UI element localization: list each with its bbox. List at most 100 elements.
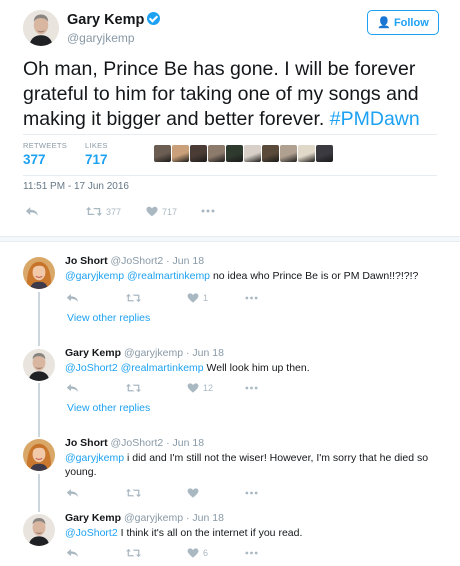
more-button[interactable] (245, 296, 258, 300)
thread-line (38, 383, 40, 437)
reply-meta[interactable]: @garyjkemp · Jun 18 (124, 512, 224, 524)
reply-body: Well look him up then. (203, 362, 310, 374)
liker-avatars (154, 145, 333, 162)
profile-photo-icon (23, 10, 59, 46)
retweet-button[interactable] (126, 383, 141, 393)
reply-header: Jo Short @JoShort2 · Jun 18 (65, 437, 204, 449)
retweet-stat[interactable]: RETWEETS 377 (23, 141, 67, 167)
retweet-icon (126, 383, 141, 393)
liker-avatar[interactable] (280, 145, 297, 162)
liker-avatar[interactable] (244, 145, 261, 162)
more-icon (245, 296, 258, 300)
reply-body: no idea who Prince Be is or PM Dawn!!?!?… (210, 270, 419, 282)
display-name[interactable]: Gary Kemp (67, 12, 161, 28)
retweet-button[interactable]: 377 (86, 206, 121, 217)
retweets-count: 377 (23, 152, 46, 167)
profile-photo-icon (23, 349, 55, 381)
more-button[interactable] (245, 491, 258, 495)
tweet-text: Oh man, Prince Be has gone. I will be fo… (23, 57, 443, 132)
reply-button[interactable] (66, 488, 79, 498)
retweet-count: 377 (106, 206, 122, 217)
retweet-button[interactable] (126, 548, 141, 558)
retweet-button[interactable] (126, 488, 141, 498)
reply-meta[interactable]: @JoShort2 · Jun 18 (111, 255, 205, 267)
reply-button[interactable] (25, 206, 39, 217)
like-button[interactable]: 12 (187, 383, 213, 393)
reply-icon (25, 206, 39, 217)
more-icon (245, 386, 258, 390)
reply-button[interactable] (66, 293, 79, 303)
hashtag-link[interactable]: #PMDawn (330, 108, 420, 130)
view-other-replies-link[interactable]: View other replies (67, 402, 150, 414)
likes-stat[interactable]: LIKES 717 (85, 141, 108, 167)
reply-header: Gary Kemp @garyjkemp · Jun 18 (65, 347, 224, 359)
like-button[interactable]: 1 (187, 293, 208, 303)
mention-link[interactable]: @JoShort2 @realmartinkemp (65, 362, 204, 374)
liker-avatar[interactable] (316, 145, 333, 162)
retweet-icon (126, 293, 141, 303)
liker-avatar[interactable] (154, 145, 171, 162)
reply-icon (66, 488, 79, 498)
heart-icon (187, 488, 199, 498)
more-button[interactable] (201, 209, 215, 213)
like-button[interactable] (187, 488, 199, 498)
likes-label: LIKES (85, 141, 108, 150)
mention-link[interactable]: @JoShort2 (65, 527, 118, 539)
reply-button[interactable] (66, 548, 79, 558)
reply-header: Gary Kemp @garyjkemp · Jun 18 (65, 512, 224, 524)
like-count: 6 (203, 548, 209, 558)
like-count: 717 (162, 206, 178, 217)
view-other-replies-link[interactable]: View other replies (67, 312, 150, 324)
heart-icon (187, 293, 199, 303)
more-button[interactable] (245, 551, 258, 555)
like-count: 1 (203, 293, 209, 303)
display-name[interactable]: Jo Short (65, 437, 108, 449)
thread-line (38, 292, 40, 346)
liker-avatar[interactable] (226, 145, 243, 162)
heart-icon (146, 206, 158, 217)
section-divider (0, 236, 460, 242)
display-name-text: Gary Kemp (67, 12, 145, 28)
main-tweet: Gary Kemp @garyjkemp 👤 Follow Oh man, Pr… (0, 0, 460, 236)
retweet-button[interactable] (126, 293, 141, 303)
profile-photo-icon (23, 439, 55, 471)
mention-link[interactable]: @garyjkemp @realmartinkemp (65, 270, 210, 282)
username-handle[interactable]: @garyjkemp (67, 31, 135, 45)
avatar[interactable] (23, 10, 59, 46)
more-button[interactable] (245, 386, 258, 390)
mention-link[interactable]: @garyjkemp (65, 452, 124, 464)
avatar[interactable] (23, 349, 55, 381)
profile-photo-icon (23, 514, 55, 546)
more-icon (245, 491, 258, 495)
like-count: 12 (203, 383, 214, 393)
likes-count: 717 (85, 152, 108, 167)
liker-avatar[interactable] (172, 145, 189, 162)
avatar[interactable] (23, 439, 55, 471)
reply-icon (66, 383, 79, 393)
like-button[interactable]: 6 (187, 548, 208, 558)
reply-meta[interactable]: @JoShort2 · Jun 18 (111, 437, 205, 449)
follow-label: Follow (393, 16, 429, 29)
avatar[interactable] (23, 514, 55, 546)
tweet-stats: RETWEETS 377 LIKES 717 (23, 134, 437, 176)
liker-avatar[interactable] (190, 145, 207, 162)
timestamp[interactable]: 11:51 PM - 17 Jun 2016 (23, 181, 129, 192)
reply-header: Jo Short @JoShort2 · Jun 18 (65, 255, 204, 267)
reply-body: I think it's all on the internet if you … (117, 527, 303, 539)
add-user-icon: 👤 (377, 17, 391, 29)
reply-text: @JoShort2 @realmartinkemp Well look him … (65, 361, 445, 375)
liker-avatar[interactable] (208, 145, 225, 162)
reply-button[interactable] (66, 383, 79, 393)
retweet-icon (86, 206, 102, 217)
display-name[interactable]: Jo Short (65, 255, 108, 267)
liker-avatar[interactable] (298, 145, 315, 162)
avatar[interactable] (23, 257, 55, 289)
like-button[interactable]: 717 (146, 206, 177, 217)
liker-avatar[interactable] (262, 145, 279, 162)
reply-text: @garyjkemp @realmartinkemp no idea who P… (65, 269, 445, 283)
display-name[interactable]: Gary Kemp (65, 347, 121, 359)
reply-meta[interactable]: @garyjkemp · Jun 18 (124, 347, 224, 359)
display-name[interactable]: Gary Kemp (65, 512, 121, 524)
follow-button[interactable]: 👤 Follow (367, 10, 439, 35)
heart-icon (187, 548, 199, 558)
